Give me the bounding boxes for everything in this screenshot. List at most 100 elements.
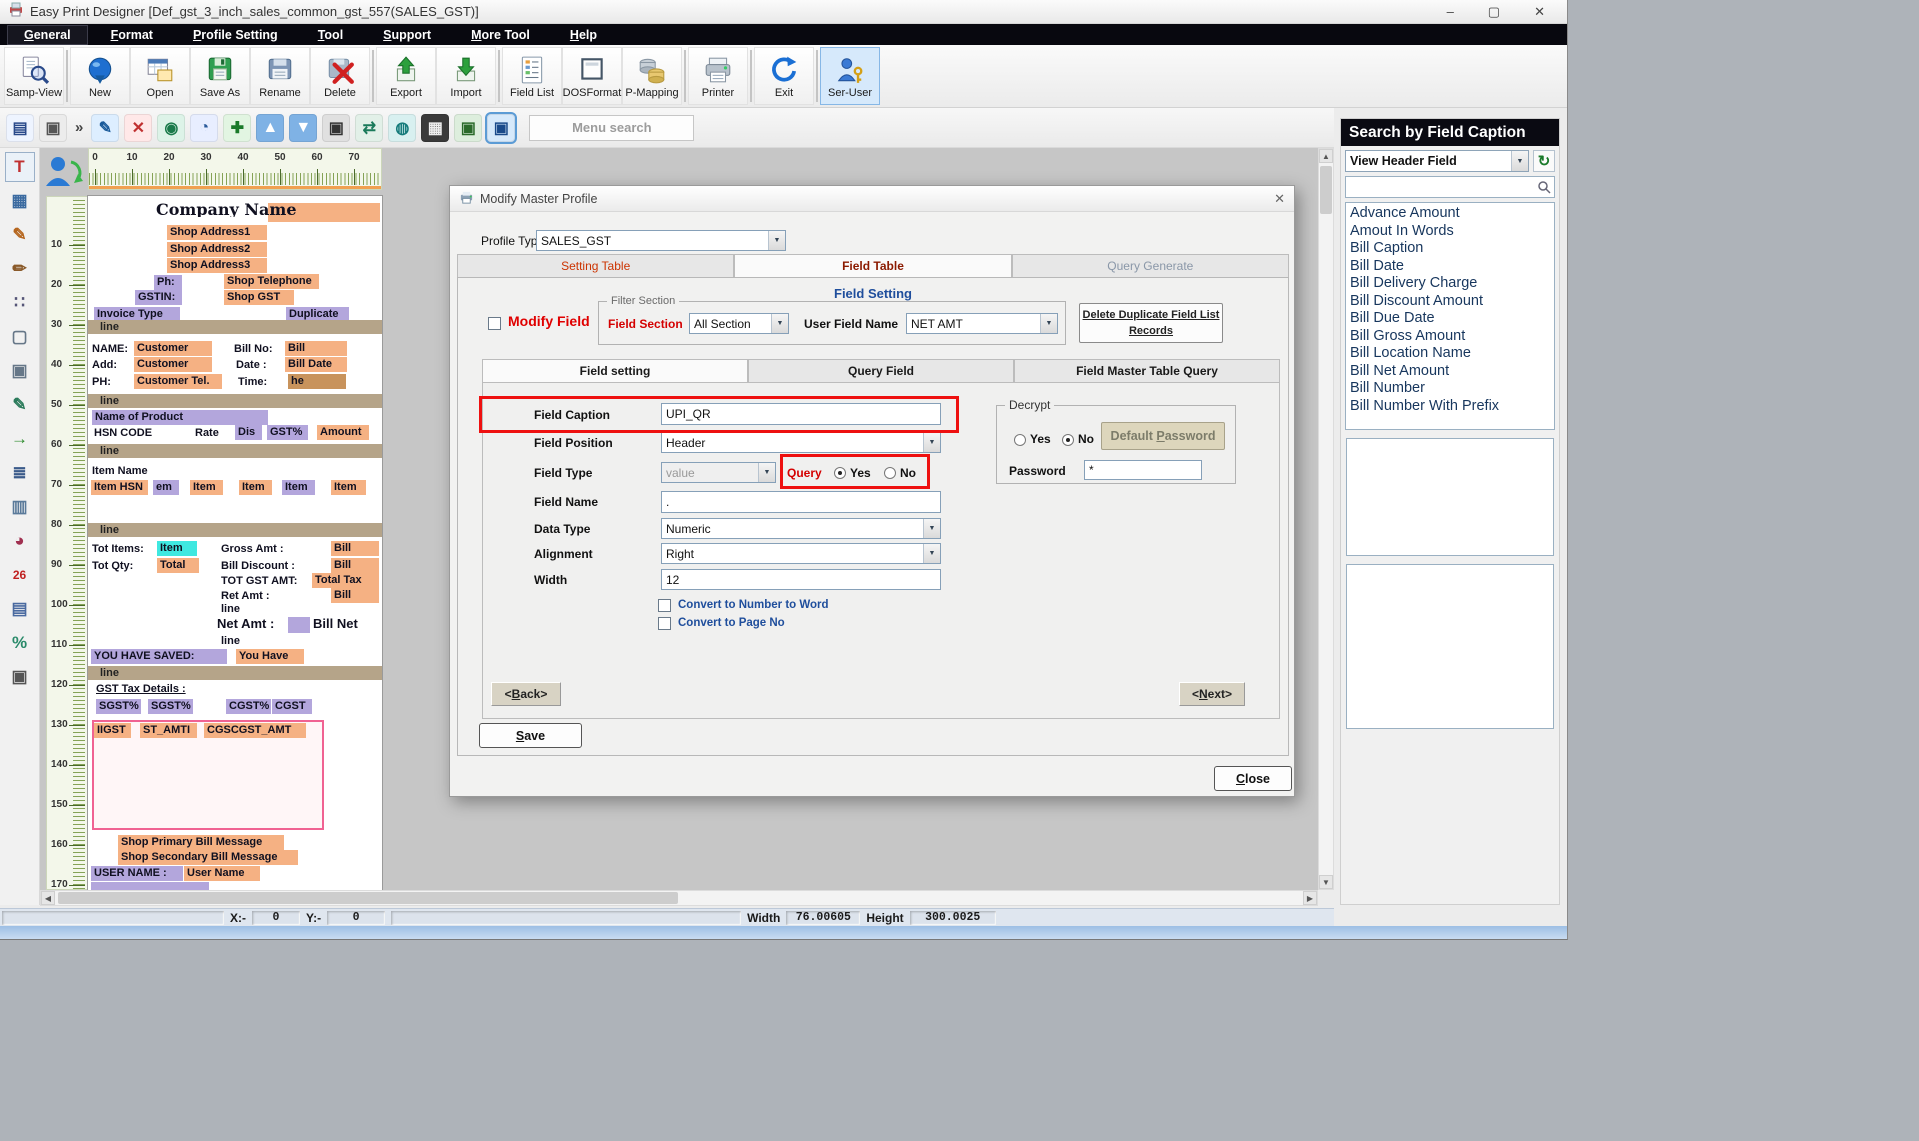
- scroll-up-icon[interactable]: ▲: [1319, 149, 1333, 163]
- field-total-tax[interactable]: Total Tax: [312, 573, 379, 588]
- line-separator[interactable]: line: [88, 523, 382, 537]
- field-time[interactable]: Time:: [238, 375, 267, 390]
- field-bill-net[interactable]: Bill Net: [313, 616, 358, 631]
- field-gst-tax-details[interactable]: GST Tax Details :: [96, 682, 186, 697]
- delete-format-icon[interactable]: ✕: [124, 114, 152, 142]
- menu-format[interactable]: Format: [95, 26, 169, 44]
- print-preview-icon[interactable]: ▤: [6, 114, 34, 142]
- minimize-button[interactable]: –: [1447, 4, 1454, 20]
- printer-active-icon[interactable]: ▣: [487, 114, 515, 142]
- field-caption-item[interactable]: Advance Amount: [1346, 205, 1554, 223]
- field-you-have-saved[interactable]: YOU HAVE SAVED:: [91, 649, 227, 664]
- chevron-down-icon[interactable]: ▼: [923, 433, 940, 452]
- field-caption-item[interactable]: Bill Number: [1346, 380, 1554, 398]
- samp-view-button[interactable]: Samp-View: [4, 47, 64, 105]
- printer-button[interactable]: Printer: [688, 47, 748, 105]
- import-button[interactable]: Import: [436, 47, 496, 105]
- field-customer[interactable]: Customer: [134, 341, 212, 356]
- width-input[interactable]: [661, 569, 941, 590]
- close-button[interactable]: ✕: [1534, 4, 1545, 20]
- field-cgst[interactable]: CGST: [272, 699, 312, 714]
- field-box[interactable]: [91, 882, 209, 890]
- field-shop-secondary-bill-message[interactable]: Shop Secondary Bill Message: [118, 850, 298, 865]
- delete-button[interactable]: Delete: [310, 47, 370, 105]
- field-caption-item[interactable]: Bill Delivery Charge: [1346, 275, 1554, 293]
- field-caption-item[interactable]: Bill Gross Amount: [1346, 328, 1554, 346]
- field-bill-discount[interactable]: Bill Discount :: [221, 559, 295, 574]
- next-button[interactable]: <Next>: [1179, 682, 1245, 706]
- field-you-have[interactable]: You Have: [236, 649, 304, 664]
- field-caption-item[interactable]: Bill Number With Prefix: [1346, 398, 1554, 416]
- field-caption-item[interactable]: Bill Due Date: [1346, 310, 1554, 328]
- schedule-icon[interactable]: ◔: [190, 114, 218, 142]
- field-item-name[interactable]: Item Name: [92, 464, 148, 479]
- percent-tool-icon[interactable]: %: [5, 628, 35, 658]
- printer-small-icon[interactable]: ▣: [39, 114, 67, 142]
- note-tool-icon[interactable]: ✎: [5, 390, 35, 420]
- field-user-name[interactable]: USER NAME :: [91, 866, 183, 881]
- menu-general[interactable]: General: [8, 26, 87, 44]
- field-item[interactable]: Item: [157, 541, 197, 556]
- field-name-input[interactable]: [661, 491, 941, 513]
- field-net-amt[interactable]: Net Amt :: [217, 616, 274, 631]
- new-button[interactable]: New: [70, 47, 130, 105]
- field-bill[interactable]: Bill: [331, 558, 379, 573]
- overflow-chevron[interactable]: »: [72, 119, 86, 136]
- field-ph[interactable]: PH:: [92, 375, 111, 390]
- field-item[interactable]: Item: [282, 480, 315, 495]
- field-ph[interactable]: Ph:: [154, 275, 182, 290]
- insert-field-tool-icon[interactable]: →: [5, 424, 35, 454]
- web-report-icon[interactable]: ◉: [157, 114, 185, 142]
- menu-tool[interactable]: Tool: [302, 26, 359, 44]
- scroll-down-icon[interactable]: ▼: [1319, 875, 1333, 889]
- field-dis[interactable]: Dis: [235, 425, 262, 440]
- password-input[interactable]: [1084, 460, 1202, 480]
- exit-button[interactable]: Exit: [754, 47, 814, 105]
- field-he[interactable]: he: [288, 374, 346, 389]
- rotate-user-icon[interactable]: [42, 150, 88, 196]
- convert-page-no-checkbox[interactable]: [658, 617, 671, 630]
- field-name-of-product[interactable]: Name of Product: [92, 410, 268, 425]
- field-bill-date[interactable]: Bill Date: [285, 357, 347, 372]
- scrollbar-thumb[interactable]: [1320, 166, 1332, 214]
- scroll-right-icon[interactable]: ▶: [1303, 891, 1317, 905]
- tab-query-generate[interactable]: Query Generate: [1012, 254, 1289, 277]
- convert-number-word-checkbox[interactable]: [658, 599, 671, 612]
- field-caption-item[interactable]: Amout In Words: [1346, 223, 1554, 241]
- ser-user-button[interactable]: Ser-User: [820, 47, 880, 105]
- field-bill[interactable]: Bill: [331, 541, 379, 556]
- field-caption-item[interactable]: Bill Net Amount: [1346, 363, 1554, 381]
- dots-grid-tool-icon[interactable]: ∷: [5, 288, 35, 318]
- scroll-left-icon[interactable]: ◀: [41, 891, 55, 905]
- field-bill[interactable]: Bill: [331, 588, 379, 603]
- menu-profile-setting[interactable]: Profile Setting: [177, 26, 294, 44]
- field-add[interactable]: Add:: [92, 358, 117, 373]
- tab-field-table[interactable]: Field Table: [734, 254, 1011, 277]
- tab-field-master-table-query[interactable]: Field Master Table Query: [1014, 359, 1280, 382]
- field-bill[interactable]: Bill: [285, 341, 347, 356]
- menu-search-input[interactable]: [529, 115, 694, 141]
- field-item-hsn[interactable]: Item HSN: [91, 480, 148, 495]
- calendar-tool-icon[interactable]: 26: [5, 560, 35, 590]
- field-caption-item[interactable]: Bill Date: [1346, 258, 1554, 276]
- scrollbar-thumb[interactable]: [58, 892, 678, 904]
- field-gst[interactable]: GST%: [267, 425, 308, 440]
- modify-field-checkbox[interactable]: [488, 317, 501, 330]
- cloud-upload-icon[interactable]: ▲: [256, 114, 284, 142]
- edit-report-icon[interactable]: ✎: [91, 114, 119, 142]
- pages-tool-icon[interactable]: ▣: [5, 356, 35, 386]
- vertical-scrollbar[interactable]: ▲ ▼: [1318, 148, 1334, 890]
- field-caption-item[interactable]: Bill Discount Amount: [1346, 293, 1554, 311]
- field-shop-primary-bill-message[interactable]: Shop Primary Bill Message: [118, 835, 284, 850]
- menu-more-tool[interactable]: More Tool: [455, 26, 546, 44]
- line-separator[interactable]: line: [88, 320, 382, 334]
- field-tot-qty[interactable]: Tot Qty:: [92, 559, 133, 574]
- list-tool-icon[interactable]: ≣: [5, 458, 35, 488]
- decrypt-no-radio[interactable]: [1062, 434, 1074, 446]
- print-tool-icon[interactable]: ▣: [5, 662, 35, 692]
- refresh-button[interactable]: ↻: [1533, 150, 1555, 172]
- field-customer-tel[interactable]: Customer Tel.: [134, 374, 222, 389]
- field-gstin[interactable]: GSTIN:: [135, 290, 182, 305]
- table-tool-icon[interactable]: ▤: [5, 594, 35, 624]
- field-rate[interactable]: Rate: [195, 426, 219, 441]
